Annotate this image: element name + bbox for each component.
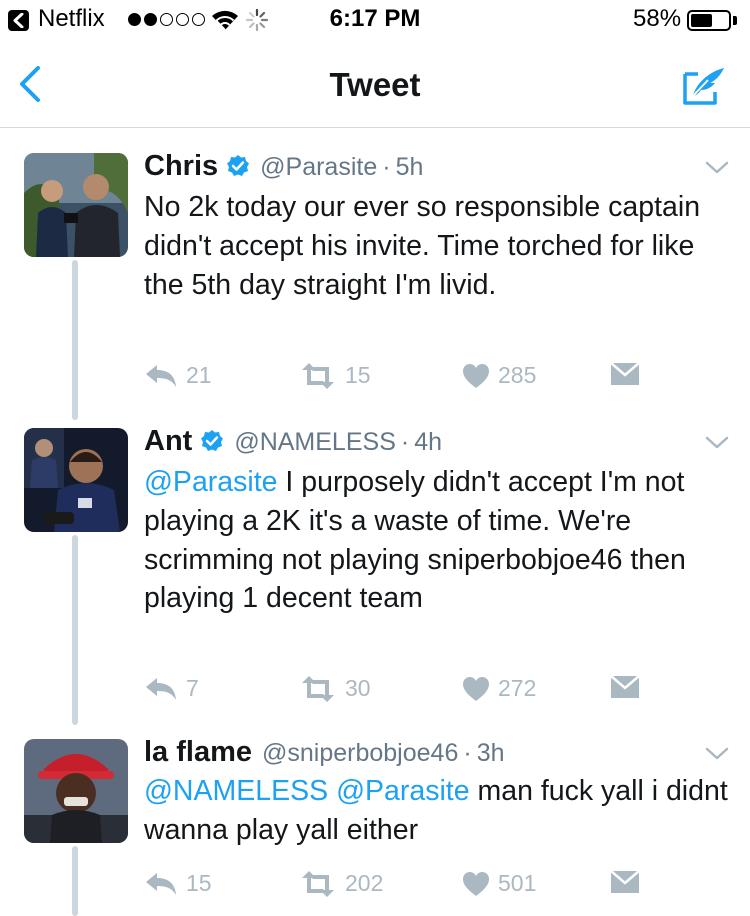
reply-icon (146, 364, 176, 387)
reply-count: 21 (186, 362, 212, 388)
like-button[interactable]: 272 (462, 675, 536, 702)
tweet-3[interactable]: la flame @sniperbobjoe46 · 3h @NAMELESS … (0, 736, 750, 916)
thread-line (72, 260, 78, 420)
chevron-down-icon[interactable] (704, 433, 730, 453)
mention-link[interactable]: @NAMELESS (144, 775, 328, 807)
nav-bar: Tweet (0, 40, 750, 128)
display-name[interactable]: la flame (144, 736, 252, 769)
like-count: 272 (498, 675, 537, 701)
tweet-2[interactable]: Ant @NAMELESS · 4h @Parasite I purposely… (0, 425, 750, 725)
like-button[interactable]: 501 (462, 870, 536, 897)
compose-tweet-icon[interactable] (682, 66, 726, 106)
like-count: 285 (498, 362, 537, 388)
mention-link[interactable]: @Parasite (144, 466, 277, 498)
handle[interactable]: @NAMELESS (234, 428, 396, 457)
verified-badge-icon (227, 155, 250, 176)
timestamp: 3h (476, 739, 505, 767)
tweet-header: Chris @Parasite · 5h (144, 150, 423, 190)
tweet-1[interactable]: Chris @Parasite · 5h No 2k today our eve… (0, 150, 750, 420)
retweet-count: 202 (345, 870, 384, 896)
reply-button[interactable]: 7 (144, 675, 199, 702)
direct-message-button[interactable] (610, 870, 640, 894)
reply-button[interactable]: 15 (144, 870, 212, 897)
thread-line (72, 846, 78, 916)
chevron-down-icon[interactable] (704, 158, 730, 178)
page-title: Tweet (329, 66, 421, 103)
retweet-icon (302, 870, 334, 897)
tweet-actions: 15 202 501 (144, 870, 664, 904)
separator: · (463, 739, 472, 767)
tweet-text: No 2k today our ever so responsible capt… (144, 191, 701, 301)
separator: · (382, 153, 391, 181)
reply-count: 7 (186, 675, 199, 701)
mention-link[interactable]: @Parasite (336, 775, 469, 807)
timestamp: 4h (414, 428, 443, 456)
envelope-icon (610, 870, 640, 893)
envelope-icon (610, 362, 640, 385)
retweet-button[interactable]: 15 (299, 362, 371, 389)
heart-icon (463, 363, 489, 388)
avatar[interactable] (24, 739, 128, 843)
like-button[interactable]: 285 (462, 362, 536, 389)
tweet-text: @Parasite I purposely didn't accept I'm … (144, 463, 734, 618)
status-bar: Netflix 6:17 PM 58% (0, 0, 750, 40)
retweet-count: 15 (345, 362, 371, 388)
chevron-down-icon[interactable] (704, 744, 730, 764)
tweet-header: la flame @sniperbobjoe46 · 3h (144, 736, 505, 776)
direct-message-button[interactable] (610, 675, 640, 699)
retweet-icon (302, 362, 334, 389)
like-count: 501 (498, 870, 537, 896)
timestamp: 5h (395, 153, 424, 181)
retweet-icon (302, 675, 334, 702)
tweet-actions: 7 30 272 (144, 675, 664, 709)
retweet-count: 30 (345, 675, 371, 701)
direct-message-button[interactable] (610, 362, 640, 386)
reply-icon (146, 677, 176, 700)
handle[interactable]: @Parasite (260, 153, 377, 182)
battery-icon (687, 10, 731, 31)
avatar[interactable] (24, 428, 128, 532)
reply-button[interactable]: 21 (144, 362, 212, 389)
retweet-button[interactable]: 202 (299, 870, 383, 897)
reply-count: 15 (186, 870, 212, 896)
envelope-icon (610, 675, 640, 698)
retweet-button[interactable]: 30 (299, 675, 371, 702)
battery-tip (733, 16, 737, 25)
display-name[interactable]: Chris (144, 150, 218, 183)
separator: · (400, 428, 410, 456)
reply-icon (146, 872, 176, 895)
tweet-actions: 21 15 285 (144, 362, 664, 396)
heart-icon (463, 871, 489, 896)
tweet-header: Ant @NAMELESS · 4h (144, 425, 442, 465)
heart-icon (463, 676, 489, 701)
battery-percent: 58% (633, 5, 682, 32)
verified-badge-icon (201, 430, 224, 451)
tweet-text: @NAMELESS @Parasite man fuck yall i didn… (144, 772, 734, 850)
handle[interactable]: @sniperbobjoe46 (262, 739, 458, 768)
thread-line (72, 535, 78, 725)
display-name[interactable]: Ant (144, 425, 192, 458)
avatar[interactable] (24, 153, 128, 257)
